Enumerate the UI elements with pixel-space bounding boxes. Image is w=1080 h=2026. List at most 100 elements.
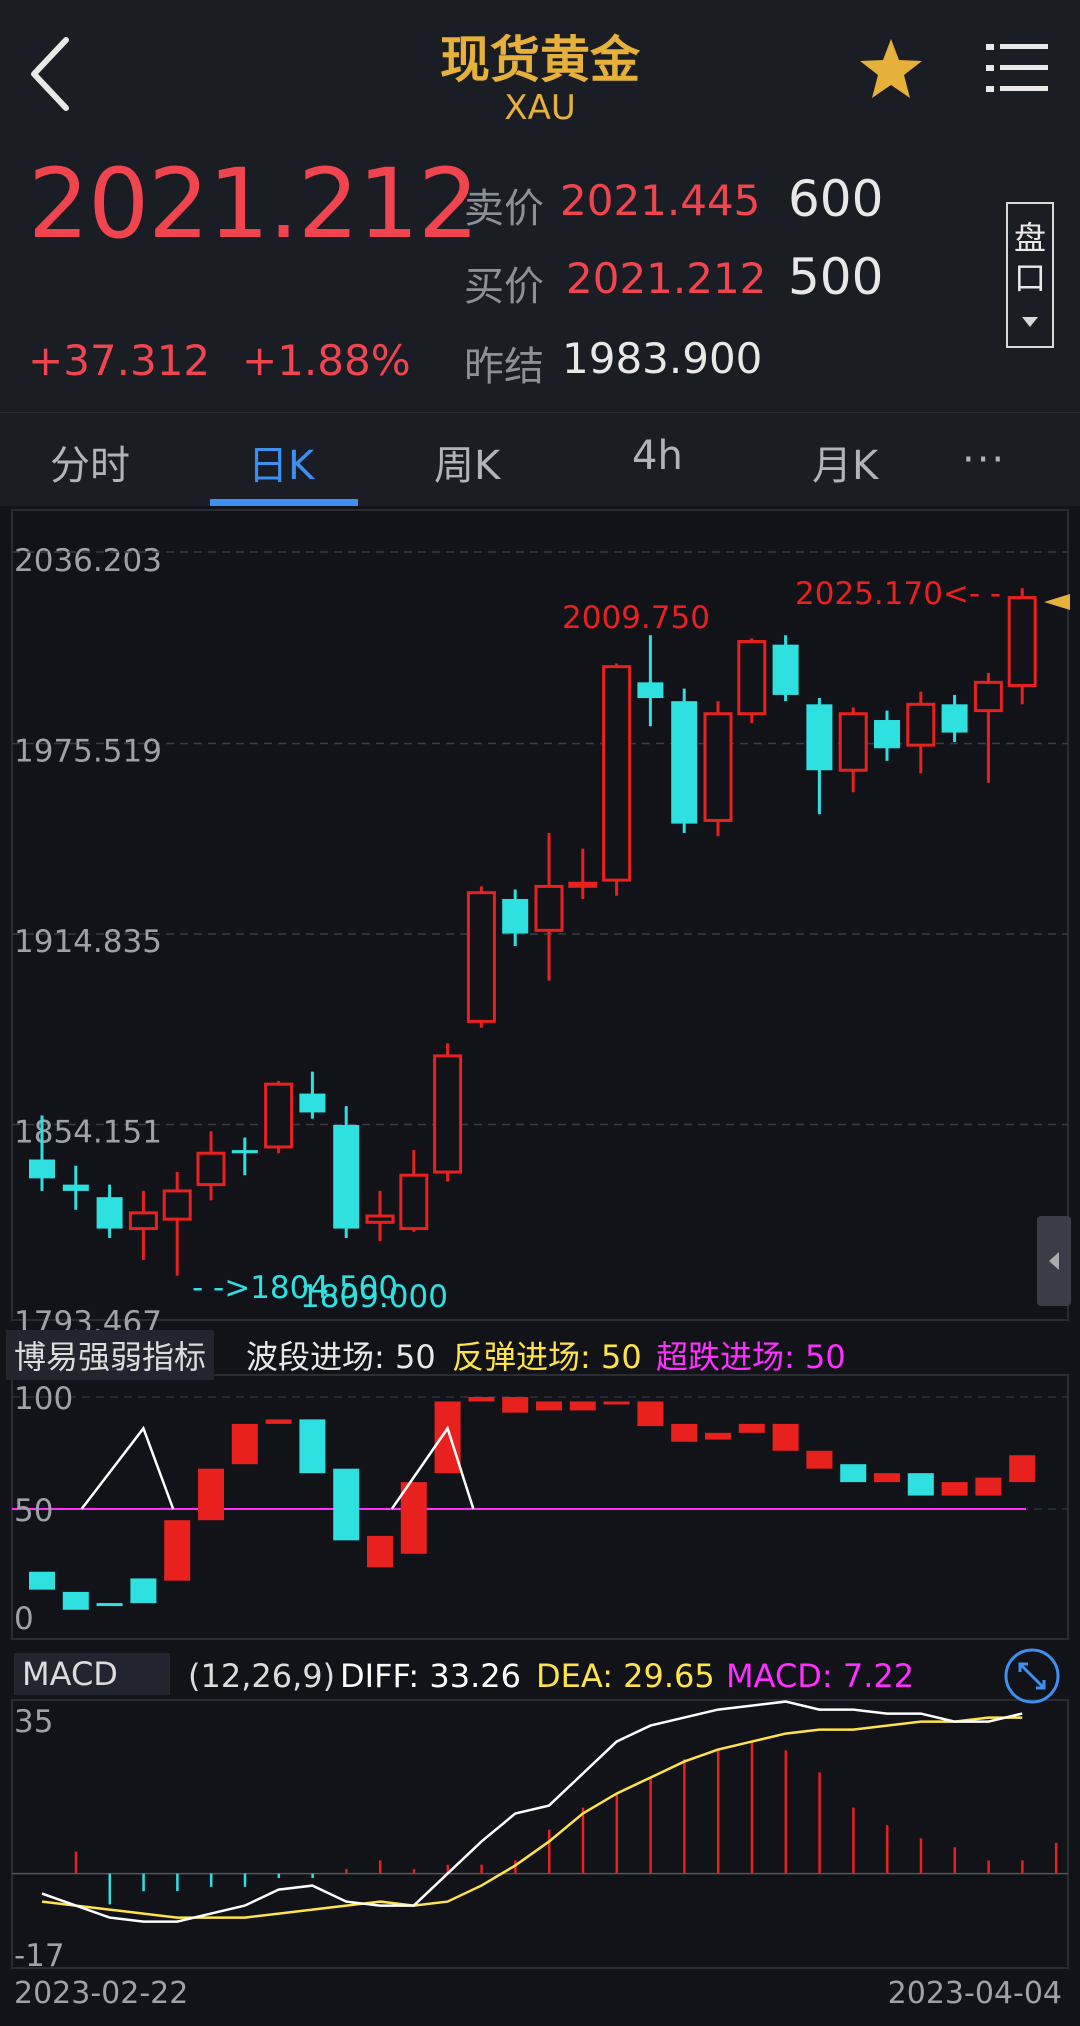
tab-daily-k[interactable]: 日K	[248, 433, 314, 491]
macd-tick-label: -17	[14, 1938, 65, 1974]
tab-weekly-k[interactable]: 周K	[434, 433, 500, 491]
candle-body	[96, 1197, 123, 1229]
top-bar: 现货黄金 XAU	[0, 0, 1080, 150]
indicator-bar	[705, 1432, 731, 1440]
date-start-label: 2023-02-22	[14, 1976, 188, 2011]
candle-body	[838, 712, 868, 772]
macd-dea: DEA: 29.65	[536, 1657, 715, 1695]
indicator-frame	[11, 1374, 1069, 1640]
candle-body	[637, 682, 664, 699]
indicator-bar	[29, 1571, 55, 1590]
indicator-bar	[941, 1482, 968, 1496]
candle-body	[299, 1093, 326, 1113]
caret-down-icon	[1022, 317, 1038, 327]
more-tabs-icon[interactable]: ···	[962, 437, 1006, 483]
low-price-label-2: 1809.000	[300, 1279, 448, 1315]
diff-line	[41, 1700, 1023, 1923]
indicator-bar	[536, 1401, 562, 1411]
star-icon[interactable]	[858, 36, 924, 102]
candle-body	[941, 704, 968, 733]
indicator-bar	[637, 1401, 664, 1427]
order-book-label-1: 盘	[1013, 219, 1046, 257]
strength-indicator-header: 博易强弱指标 波段进场: 50 反弹进场: 50 超跌进场: 50	[0, 1330, 1080, 1380]
indicator-bar	[603, 1401, 630, 1405]
candle-body	[264, 1082, 294, 1149]
macd-value: MACD: 7.22	[726, 1657, 915, 1695]
indicator-tick-label: 0	[14, 1601, 34, 1637]
candle-body	[703, 712, 733, 822]
indicator-bar	[738, 1423, 765, 1433]
indicator-bar	[299, 1419, 326, 1474]
hamburger-menu-icon[interactable]	[986, 40, 1048, 96]
candle-body	[806, 704, 833, 771]
indicator-tick-label: 100	[14, 1381, 73, 1417]
bid-quantity: 500	[788, 248, 884, 306]
indicator-bar	[1009, 1455, 1036, 1483]
tab-monthly-k[interactable]: 月K	[812, 433, 878, 491]
macd-tick-label: 35	[14, 1704, 53, 1740]
collapse-panel-handle[interactable]	[1037, 1216, 1071, 1306]
order-book-label-2: 口	[1013, 259, 1046, 297]
max-price-label: 2009.750	[562, 600, 710, 636]
current-price-marker	[1044, 594, 1070, 610]
candle-body	[737, 640, 767, 716]
macd-header: MACD (12,26,9) DIFF: 33.26 DEA: 29.65 MA…	[0, 1653, 1080, 1697]
candle-body	[502, 898, 529, 934]
y-tick-label: 1914.835	[14, 924, 162, 960]
expand-chart-icon[interactable]	[1002, 1646, 1062, 1706]
candle-body	[128, 1211, 158, 1231]
prev-close-value: 1983.900	[562, 334, 763, 383]
period-tabs: 分时 日K 周K 4h 月K ···	[0, 412, 1080, 506]
macd-diff: DIFF: 33.26	[340, 1657, 521, 1695]
indicator-bar	[840, 1464, 867, 1483]
indicator-bar	[772, 1423, 799, 1451]
kline-chart-area[interactable]: 2036.2031975.5191914.8351854.1511793.467…	[0, 506, 1080, 2026]
candle-body	[196, 1151, 226, 1187]
candle-body	[333, 1124, 360, 1229]
macd-frame	[11, 1699, 1069, 1969]
indicator-selector[interactable]: 博易强弱指标	[6, 1330, 215, 1380]
candle-body	[568, 881, 598, 888]
candle-body	[671, 701, 698, 824]
ask-quantity: 600	[788, 170, 884, 228]
tab-intraday[interactable]: 分时	[50, 433, 130, 491]
candle-body	[466, 891, 496, 1023]
prev-close-label: 昨结	[464, 344, 544, 390]
indicator-bar	[569, 1401, 596, 1411]
ask-label: 卖价	[464, 186, 544, 232]
indicator-bar	[265, 1419, 292, 1424]
price-change: +37.312	[28, 336, 211, 385]
indicator-bar	[502, 1397, 529, 1413]
candle-body	[162, 1189, 192, 1221]
indicator-param-wave: 波段进场: 50	[246, 1338, 436, 1376]
tab-4h[interactable]: 4h	[632, 433, 683, 479]
candle-body	[399, 1173, 429, 1231]
indicator-bar	[874, 1473, 900, 1483]
indicator-bar	[333, 1468, 360, 1541]
indicator-tick-label: 50	[14, 1493, 53, 1529]
indicator-param-oversold: 超跌进场: 50	[656, 1338, 846, 1376]
indicator-bar	[400, 1482, 427, 1554]
macd-selector[interactable]: MACD	[14, 1653, 170, 1695]
candle-body	[772, 644, 799, 695]
bid-price: 2021.212	[566, 254, 767, 303]
order-book-button[interactable]: 盘 口	[1006, 202, 1054, 348]
indicator-bar	[434, 1401, 461, 1474]
active-tab-indicator	[210, 499, 358, 506]
last-high-label: 2025.170<- -	[795, 576, 1001, 612]
indicator-bar	[975, 1477, 1002, 1496]
indicator-bar	[164, 1520, 191, 1581]
candle-body	[365, 1214, 395, 1224]
candle-body	[62, 1184, 89, 1191]
candle-body	[906, 702, 936, 747]
macd-params: (12,26,9)	[188, 1657, 336, 1695]
dea-line	[41, 1716, 1023, 1919]
indicator-bar	[468, 1397, 495, 1402]
indicator-bar	[198, 1468, 224, 1521]
date-end-label: 2023-04-04	[888, 1976, 1062, 2011]
indicator-bar	[367, 1535, 393, 1568]
candle-body	[874, 720, 900, 749]
y-tick-label: 1975.519	[14, 734, 162, 770]
indicator-bar	[62, 1591, 89, 1610]
indicator-param-rebound: 反弹进场: 50	[452, 1338, 642, 1376]
